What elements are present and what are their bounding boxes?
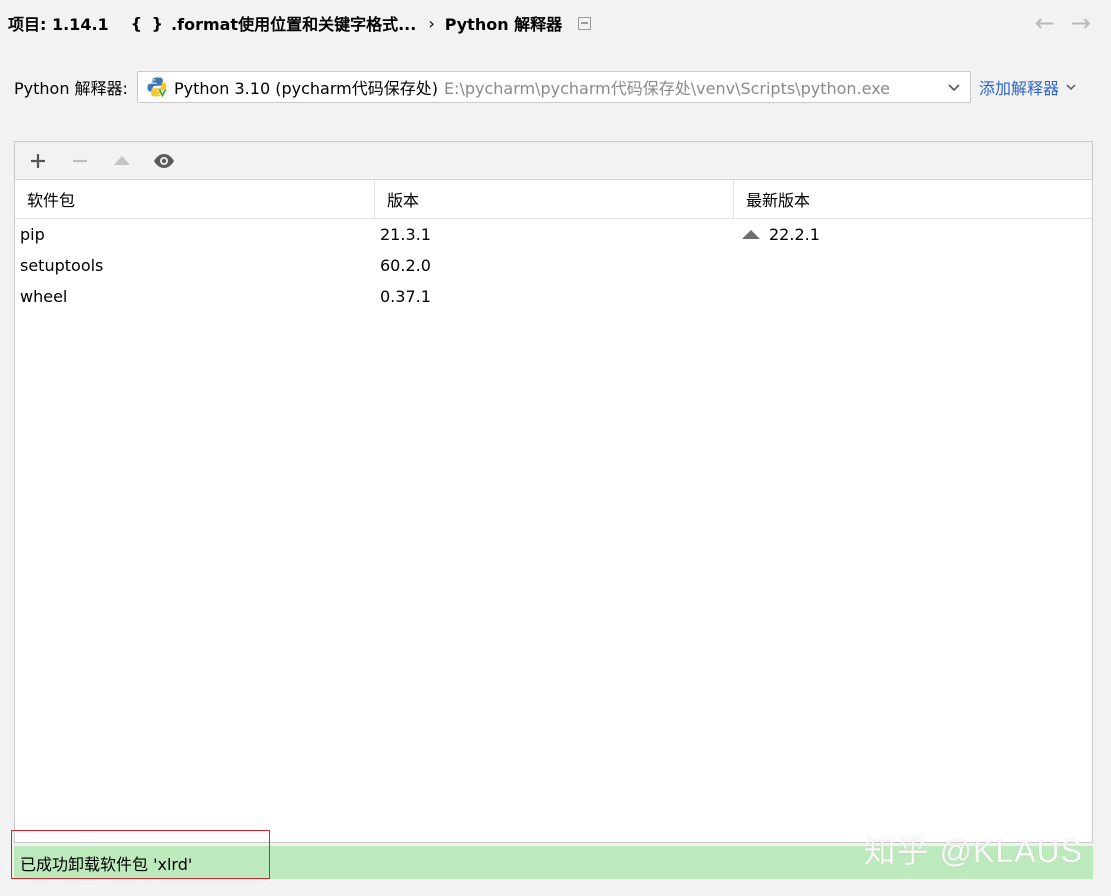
add-interpreter-label: 添加解释器 [978,79,1059,98]
breadcrumb-file[interactable]: .format使用位置和关键字格式... [171,11,416,35]
column-header-latest-version[interactable]: 最新版本 [734,180,1092,218]
chevron-down-icon [1066,84,1076,91]
breadcrumb: 项目: 1.14.1 { } .format使用位置和关键字格式... › Py… [8,0,1008,46]
watermark: 知乎 @KLAUS [863,833,1083,869]
forward-arrow-icon[interactable]: → [1071,10,1091,36]
package-latest: 22.2.1 [734,219,1092,250]
interpreter-label: Python 解释器: [14,79,128,98]
package-name: setuptools [20,256,104,275]
packages-panel: 软件包 版本 最新版本 pip 21.3.1 22.2.1 setuptools… [14,141,1093,843]
package-name: wheel [20,287,68,306]
show-early-releases-button[interactable] [153,150,175,172]
minus-icon [73,159,87,162]
package-version: 0.37.1 [380,287,431,306]
column-header-version[interactable]: 版本 [375,180,734,218]
interpreter-name: Python 3.10 (pycharm代码保存处) [173,79,438,98]
chevron-down-icon[interactable] [946,79,962,95]
breadcrumb-page: Python 解释器 [444,15,563,34]
upgrade-available-icon [742,230,760,239]
status-message: 已成功卸载软件包 'xlrd' [20,854,193,874]
nav-arrows: ← → [1035,10,1091,36]
interpreter-row: Python 解释器: Python 3.10 (pycharm代码保存处) E… [14,70,1104,104]
package-latest [734,250,1092,281]
chevron-right-icon: › [428,13,435,33]
add-package-button[interactable] [27,150,49,172]
table-header: 软件包 版本 最新版本 [15,180,1092,219]
interpreter-select[interactable]: Python 3.10 (pycharm代码保存处) E:\pycharm\py… [136,71,971,103]
up-triangle-icon [114,155,130,165]
add-interpreter-link[interactable]: 添加解释器 [979,75,1077,99]
eye-icon [154,153,174,168]
table-row[interactable]: setuptools 60.2.0 [15,250,1092,281]
braces-icon: { } [130,13,166,33]
python-icon [147,77,167,98]
plus-icon [31,153,45,168]
table-row[interactable]: pip 21.3.1 22.2.1 [15,219,1092,250]
packages-toolbar [15,142,1092,180]
package-latest [734,281,1092,312]
interpreter-path: E:\pycharm\pycharm代码保存处\venv\Scripts\pyt… [443,79,891,98]
back-arrow-icon[interactable]: ← [1035,10,1055,36]
package-version: 60.2.0 [380,256,431,275]
remove-package-button[interactable] [69,150,91,172]
upgrade-package-button[interactable] [111,150,133,172]
latest-version-text: 22.2.1 [769,225,820,244]
pin-icon[interactable] [578,16,592,30]
breadcrumb-project[interactable]: 项目: 1.14.1 [8,11,109,35]
table-row[interactable]: wheel 0.37.1 [15,281,1092,312]
column-header-package[interactable]: 软件包 [15,180,375,218]
package-name: pip [20,225,45,244]
package-version: 21.3.1 [380,225,431,244]
